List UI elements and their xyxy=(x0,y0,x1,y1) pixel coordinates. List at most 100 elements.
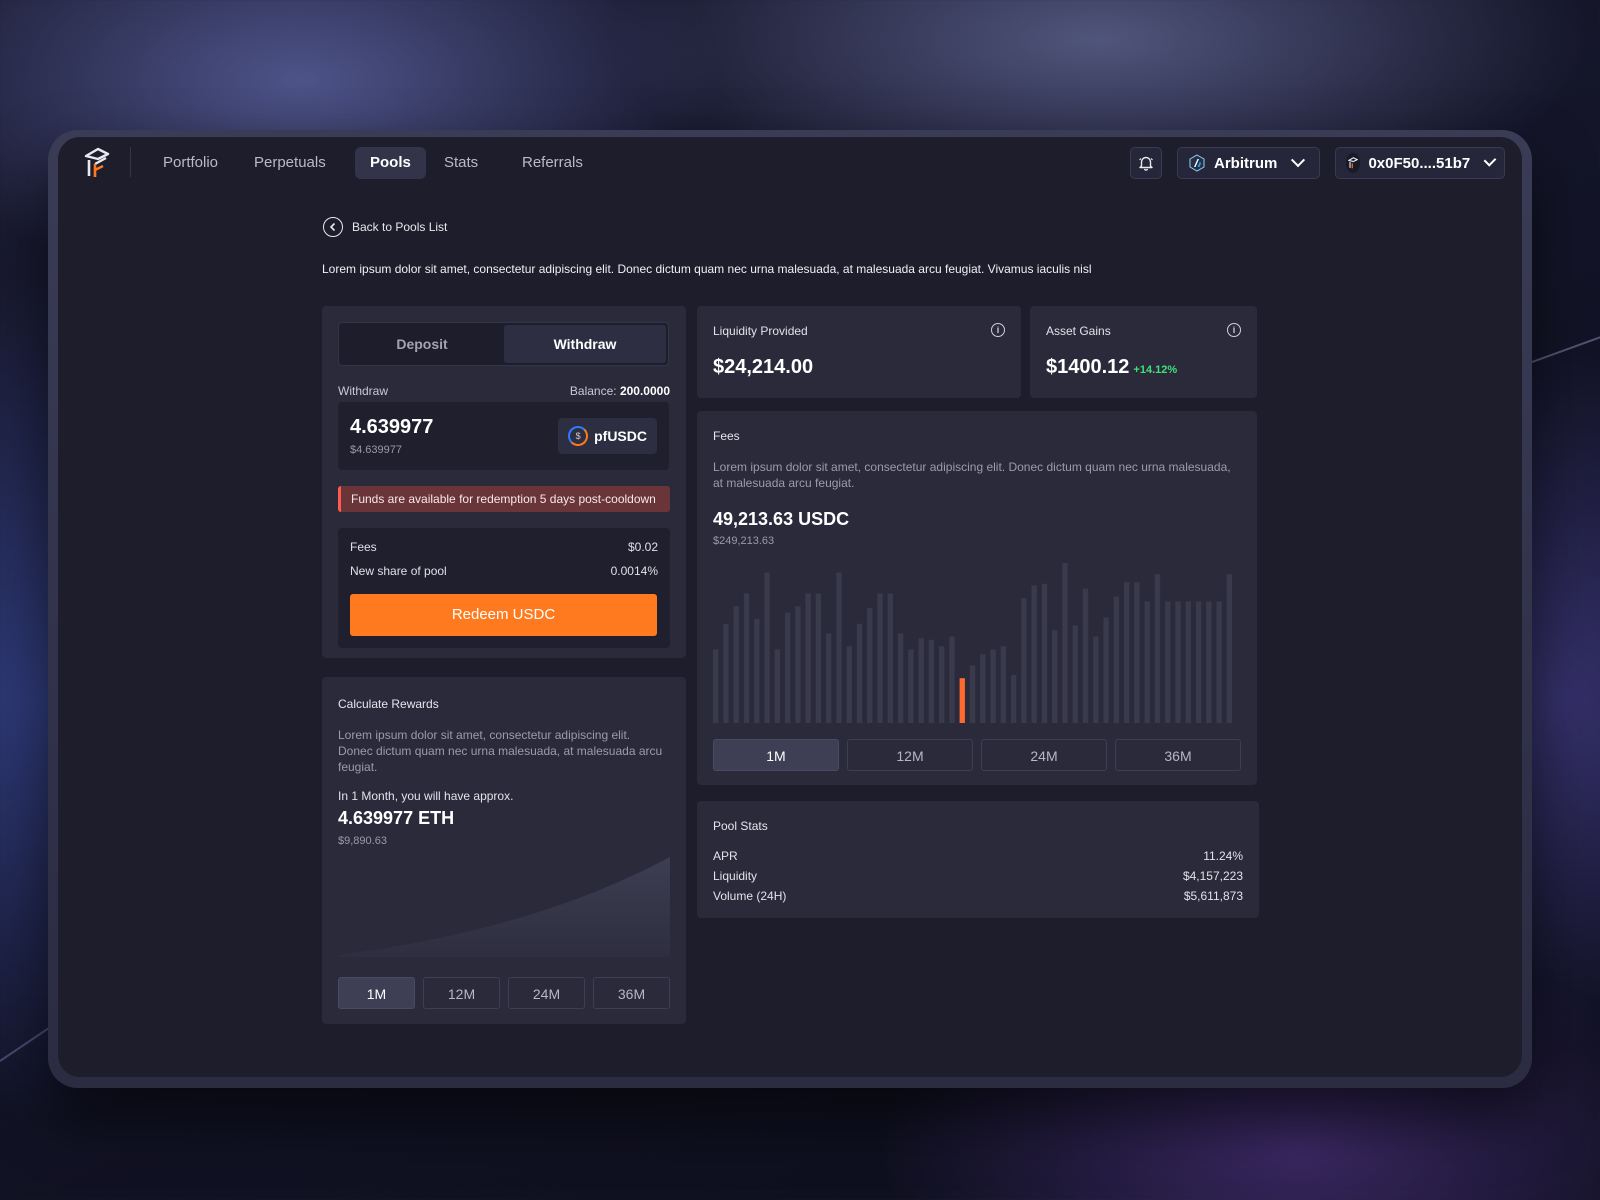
fees-bar[interactable] xyxy=(754,619,760,723)
wallet-select[interactable]: 0x0F50....51b7 xyxy=(1335,147,1505,179)
wallet-address: 0x0F50....51b7 xyxy=(1368,154,1471,172)
fees-bar[interactable] xyxy=(1144,601,1150,723)
fees-bar[interactable] xyxy=(1093,636,1099,723)
fees-bar[interactable] xyxy=(764,572,770,723)
fees-range-12m[interactable]: 12M xyxy=(847,739,973,771)
fees-bar[interactable] xyxy=(1041,583,1048,723)
fees-bar[interactable] xyxy=(1165,601,1171,723)
arbitrum-icon xyxy=(1189,154,1205,172)
fees-bar[interactable] xyxy=(1113,596,1120,723)
calc-period-text: In 1 Month, you will have approx. xyxy=(338,789,514,803)
pool-stat-value: $4,157,223 xyxy=(1182,869,1243,883)
fees-bar[interactable] xyxy=(969,665,976,723)
nav-pools[interactable]: Pools xyxy=(355,147,426,179)
fees-bar[interactable] xyxy=(887,593,894,723)
fees-bar[interactable] xyxy=(1226,574,1233,723)
gains-value: $1400.12 xyxy=(1046,356,1130,378)
fees-bar[interactable] xyxy=(1185,601,1191,723)
fees-bar[interactable] xyxy=(1072,625,1078,723)
fees-bar[interactable] xyxy=(826,633,832,723)
fees-bar[interactable] xyxy=(743,593,750,723)
back-arrow-icon xyxy=(323,217,343,237)
tab-withdraw[interactable]: Withdraw xyxy=(504,325,666,363)
fees-bar[interactable] xyxy=(1195,601,1202,723)
fees-bar[interactable] xyxy=(867,607,873,723)
fees-bar[interactable] xyxy=(1175,601,1181,723)
fees-bar[interactable] xyxy=(733,606,739,723)
liquidity-value: $24,214.00 xyxy=(713,356,814,378)
back-to-pools-link[interactable]: Back to Pools List xyxy=(323,217,447,237)
fees-bar[interactable] xyxy=(1062,563,1068,723)
fees-bar[interactable] xyxy=(805,593,811,723)
fees-bar[interactable] xyxy=(918,638,924,723)
fees-bar[interactable] xyxy=(939,646,945,723)
fees-bar[interactable] xyxy=(836,572,842,723)
fees-bar[interactable] xyxy=(1010,675,1017,723)
fees-bar[interactable] xyxy=(1216,601,1222,723)
fees-bar[interactable] xyxy=(908,649,914,723)
fees-card: Fees Lorem ipsum dolor sit amet, consect… xyxy=(697,411,1257,785)
fees-bar[interactable] xyxy=(1021,598,1027,723)
calc-range-36m[interactable]: 36M xyxy=(593,977,670,1009)
fees-total: 49,213.63 USDC xyxy=(713,509,850,529)
calc-range-12m[interactable]: 12M xyxy=(423,977,500,1009)
fees-bar[interactable] xyxy=(1123,582,1130,723)
fees-bar[interactable] xyxy=(1103,617,1109,723)
network-label: Arbitrum xyxy=(1214,154,1278,172)
network-select[interactable]: Arbitrum xyxy=(1177,147,1320,179)
fees-bar[interactable] xyxy=(990,649,996,723)
fees-bar[interactable] xyxy=(1206,601,1212,723)
amount-input[interactable]: 4.639977 xyxy=(350,416,433,439)
tab-deposit[interactable]: Deposit xyxy=(341,325,503,363)
fees-bar[interactable] xyxy=(815,593,822,723)
redeem-button[interactable]: Redeem USDC xyxy=(350,594,657,636)
nav-perpetuals[interactable]: Perpetuals xyxy=(239,147,341,179)
token-label: pfUSDC xyxy=(594,428,647,444)
nav-portfolio[interactable]: Portfolio xyxy=(148,147,233,179)
fees-bar[interactable] xyxy=(949,636,955,723)
fees-bar[interactable] xyxy=(928,639,935,723)
nav-referrals[interactable]: Referrals xyxy=(507,147,598,179)
fees-bar[interactable] xyxy=(1000,646,1007,723)
fees-range-selector: 1M 12M 24M 36M xyxy=(713,739,1241,771)
fees-bar[interactable] xyxy=(1052,630,1058,723)
fees-description: Lorem ipsum dolor sit amet, consectetur … xyxy=(713,460,1231,490)
pool-stats-card: Pool Stats APR 11.24% Liquidity $4,157,2… xyxy=(697,801,1259,918)
liquidity-label: Liquidity Provided xyxy=(713,324,808,338)
fees-range-24m[interactable]: 24M xyxy=(981,739,1107,771)
fees-bar[interactable] xyxy=(784,612,791,723)
fees-bar[interactable] xyxy=(713,649,719,723)
app-logo[interactable] xyxy=(84,147,110,179)
withdraw-summary: Fees $0.02 New share of pool 0.0014% Red… xyxy=(338,528,670,648)
fees-bar[interactable] xyxy=(1082,588,1089,723)
fees-bar[interactable] xyxy=(980,654,986,723)
fees-bar[interactable] xyxy=(723,623,729,723)
fees-bar[interactable] xyxy=(774,649,780,723)
calc-title: Calculate Rewards xyxy=(338,697,439,711)
fees-bar[interactable] xyxy=(1031,585,1037,723)
fees-bar[interactable] xyxy=(846,646,852,723)
fees-bar[interactable] xyxy=(1134,582,1140,723)
calc-value: 4.639977 ETH xyxy=(338,808,455,828)
pool-share-value: 0.0014% xyxy=(610,564,658,578)
fees-bar[interactable] xyxy=(856,623,863,723)
fees-bar[interactable] xyxy=(897,633,904,723)
fees-bar[interactable] xyxy=(877,593,883,723)
calc-value-usd: $9,890.63 xyxy=(338,835,387,847)
fees-bar-highlighted[interactable] xyxy=(959,678,965,723)
calc-range-24m[interactable]: 24M xyxy=(508,977,585,1009)
fees-range-1m[interactable]: 1M xyxy=(713,739,839,771)
nav-stats[interactable]: Stats xyxy=(429,147,493,179)
chevron-down-icon xyxy=(1291,153,1306,168)
fees-range-36m[interactable]: 36M xyxy=(1115,739,1241,771)
info-icon[interactable]: i xyxy=(991,323,1005,337)
calc-range-1m[interactable]: 1M xyxy=(338,977,415,1009)
fees-bar[interactable] xyxy=(1154,574,1161,723)
fees-bar[interactable] xyxy=(795,606,801,723)
token-selector[interactable]: $ pfUSDC xyxy=(558,418,657,454)
fees-total-usd: $249,213.63 xyxy=(713,535,775,547)
amount-input-box[interactable]: 4.639977 $4.639977 $ pfUSDC xyxy=(338,402,669,470)
info-icon[interactable]: i xyxy=(1227,323,1241,337)
fees-bar-chart xyxy=(713,563,1233,723)
notifications-button[interactable] xyxy=(1130,147,1162,179)
